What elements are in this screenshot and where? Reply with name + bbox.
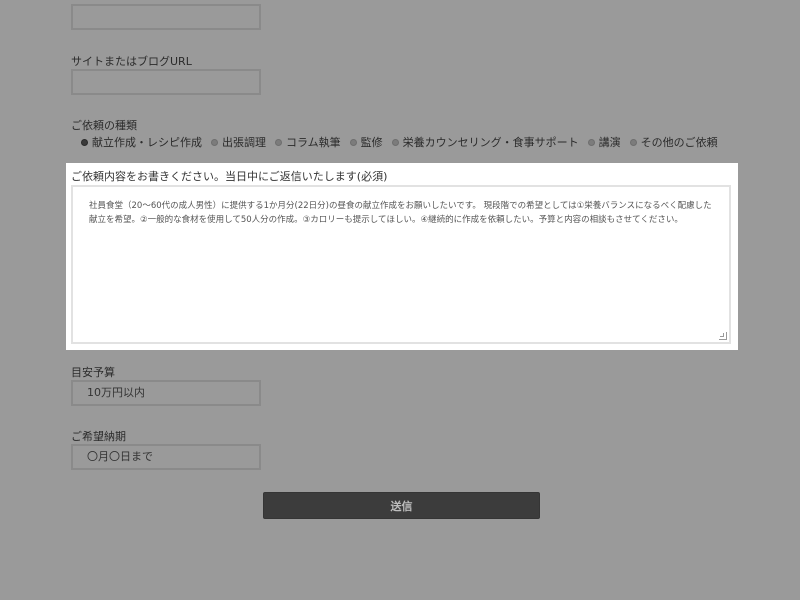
- deadline-label: ご希望納期: [71, 430, 126, 443]
- radio-option-catering[interactable]: 出張調理: [211, 134, 266, 150]
- radio-option-counseling[interactable]: 栄養カウンセリング・食事サポート: [391, 134, 579, 150]
- radio-label: 監修: [360, 136, 383, 149]
- radio-icon[interactable]: [391, 138, 399, 146]
- radio-label: 栄養カウンセリング・食事サポート: [402, 136, 579, 149]
- radio-label: その他のご依頼: [640, 136, 718, 149]
- radio-icon[interactable]: [349, 138, 357, 146]
- request-type-label: ご依頼の種類: [71, 119, 137, 132]
- radio-label: 講演: [598, 136, 621, 149]
- top-field[interactable]: [71, 4, 261, 30]
- radio-icon[interactable]: [587, 138, 595, 146]
- radio-icon[interactable]: [629, 138, 637, 146]
- highlighted-details-section: ご依頼内容をお書きください。当日中にご返信いたします(必須) 社員食堂（20〜6…: [66, 163, 738, 350]
- deadline-field[interactable]: 〇月〇日まで: [71, 444, 261, 470]
- radio-option-column[interactable]: コラム執筆: [275, 134, 341, 150]
- radio-icon[interactable]: [211, 138, 218, 146]
- site-url-label: サイトまたはブログURL: [71, 55, 192, 68]
- budget-field[interactable]: 10万円以内: [71, 380, 261, 406]
- radio-label: 献立作成・レシピ作成: [92, 136, 202, 149]
- budget-label: 目安予算: [71, 366, 115, 379]
- resize-handle-icon[interactable]: [719, 332, 727, 340]
- radio-label: 出張調理: [222, 136, 266, 149]
- request-type-radio-group: 献立作成・レシピ作成 出張調理 コラム執筆 監修 栄養カウンセリング・食事サポー…: [81, 134, 727, 150]
- site-url-field[interactable]: [71, 69, 261, 95]
- radio-option-lecture[interactable]: 講演: [587, 134, 621, 150]
- radio-icon[interactable]: [275, 138, 282, 146]
- radio-checked-icon[interactable]: [81, 138, 88, 146]
- details-textarea[interactable]: 社員食堂（20〜60代の成人男性）に提供する1か月分(22日分)の昼食の献立作成…: [71, 185, 731, 344]
- details-text: 社員食堂（20〜60代の成人男性）に提供する1か月分(22日分)の昼食の献立作成…: [89, 201, 712, 225]
- radio-option-menu-recipe[interactable]: 献立作成・レシピ作成: [81, 134, 202, 150]
- details-label: ご依頼内容をお書きください。当日中にご返信いたします(必須): [71, 170, 388, 183]
- submit-button[interactable]: 送信: [263, 492, 540, 519]
- radio-option-supervision[interactable]: 監修: [349, 134, 383, 150]
- radio-label: コラム執筆: [286, 136, 341, 149]
- radio-option-other[interactable]: その他のご依頼: [629, 134, 718, 150]
